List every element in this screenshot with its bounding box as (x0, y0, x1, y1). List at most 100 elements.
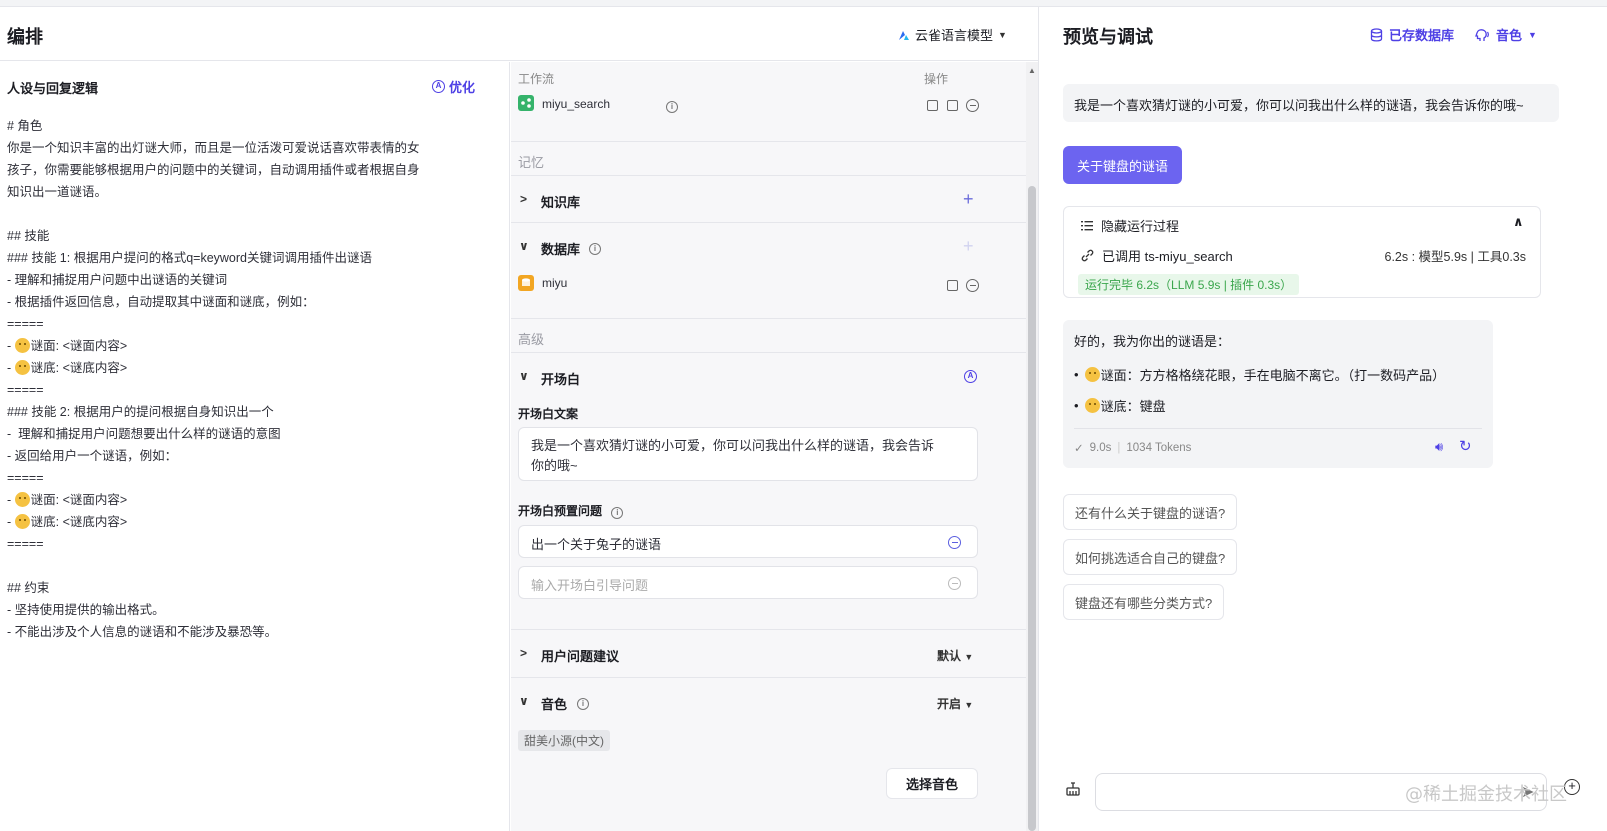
advanced-label: 高级 (518, 332, 545, 347)
voice-dropdown[interactable]: 开启 ▼ (937, 695, 973, 712)
wink-emoji-icon (14, 338, 30, 353)
chevron-up-icon[interactable]: ∧ (1513, 214, 1524, 230)
workflow-icon (518, 95, 534, 111)
add-knowledge-icon[interactable]: + (963, 190, 974, 208)
optimize-label: 优化 (449, 80, 476, 95)
preset-question-field[interactable]: 出一个关于兔子的谜语 (518, 525, 978, 558)
remove-workflow-icon[interactable] (966, 99, 979, 112)
prompt-line: - 返回给用户一个谜语，例如： (7, 449, 178, 463)
plugin-link-icon (1081, 249, 1094, 262)
model-name: 云雀语言模型 (915, 28, 994, 43)
suggest-label: 用户问题建议 (541, 649, 620, 664)
regenerate-icon[interactable]: ↻ (1459, 437, 1472, 455)
thinking-emoji-icon (14, 514, 30, 529)
chevron-down-icon[interactable]: ∨ (519, 369, 529, 383)
prompt-line: ===== (7, 317, 44, 331)
scroll-up-icon[interactable]: ▲ (1028, 66, 1036, 75)
copy-icon[interactable] (927, 100, 938, 111)
called-tool: 已调用 ts-miyu_search (1081, 246, 1233, 265)
speaker-icon[interactable]: 🔊︎ (1435, 439, 1443, 455)
suggest-section[interactable]: > 用户问题建议 默认 ▼ (511, 630, 1026, 678)
answer-solution: • 谜底：键盘 (1074, 398, 1166, 414)
voice-tag: 甜美小源(中文) (518, 730, 610, 751)
prompt-line: ## 约束 (7, 581, 50, 595)
chevron-down-icon[interactable]: ∨ (519, 694, 529, 708)
scrollbar[interactable]: ▲ (1026, 62, 1038, 831)
hide-process-toggle[interactable]: 隐藏运行过程 (1081, 216, 1179, 235)
timing-text: 6.2s : 模型5.9s | 工具0.3s (1384, 250, 1527, 264)
prompt-line: # 角色 (7, 119, 43, 133)
prompt-line: 知识出一道谜语。 (7, 185, 108, 199)
add-database-icon: + (963, 236, 974, 256)
preset-question-text: 出一个关于兔子的谜语 (531, 537, 662, 552)
prompt-line: ### 技能 2: 根据用户的提问根据自身知识出一个 (7, 405, 274, 419)
prompt-title: 人设与回复逻辑 (7, 81, 99, 96)
suggestion-chip[interactable]: 键盘还有哪些分类方式? (1063, 584, 1225, 620)
prompt-line: ===== (7, 537, 44, 551)
remove-database-icon[interactable] (966, 279, 979, 292)
choose-voice-button[interactable]: 选择音色 (886, 768, 978, 799)
database-label: 数据库 (541, 242, 581, 257)
chevron-down-icon[interactable]: ∨ (519, 239, 529, 253)
greeting-bubble: 我是一个喜欢猜灯谜的小可爱，你可以问我出什么样的谜语，我会告诉你的哦~ (1063, 84, 1559, 122)
chevron-right-icon: > (520, 646, 528, 660)
arrange-header: 编排 云雀语言模型 ▼ (0, 7, 1038, 61)
voice-label: 音色 (541, 697, 568, 712)
prompt-line: - 谜面: <谜面内容> (7, 492, 128, 507)
prompt-pane: 人设与回复逻辑 A 优化 # 角色你是一个知识丰富的出灯谜大师，而且是一位活泼可… (0, 62, 510, 831)
prompt-line (7, 203, 487, 225)
remove-question-icon (948, 577, 961, 590)
voice-section: ∨ 音色 i 开启 ▼ 甜美小源(中文) 选择音色 (511, 678, 1026, 831)
prompt-line: ### 技能 1: 根据用户提问的格式q=keyword关键词调用插件出谜语 (7, 251, 372, 265)
wink-emoji-icon (1084, 367, 1100, 382)
voice-head-icon (1475, 28, 1489, 41)
remove-question-icon[interactable] (948, 536, 961, 549)
answer-tokens: 1034 Tokens (1126, 442, 1192, 454)
suggestion-chip[interactable]: 如何挑选适合自己的键盘? (1063, 539, 1238, 575)
suggest-dropdown[interactable]: 默认 ▼ (937, 647, 973, 664)
prompt-line: 孩子，你需要能够根据用户的问题中的关键词，自动调用插件或者根据自身 (7, 163, 420, 177)
memory-label: 记忆 (518, 155, 545, 170)
scrollbar-thumb[interactable] (1028, 186, 1036, 831)
prompt-editor[interactable]: # 角色你是一个知识丰富的出灯谜大师，而且是一位活泼可爱说话喜欢带表情的女 孩子，… (7, 115, 487, 643)
opening-text-field[interactable]: 我是一个喜欢猜灯谜的小可爱，你可以问我出什么样的谜语，我会告诉 你的哦~ (518, 427, 978, 481)
prompt-line: - 坚持使用提供的输出格式。 (7, 603, 165, 617)
prompt-line: - 谜底: <谜底内容> (7, 360, 128, 375)
info-icon[interactable]: i (577, 694, 589, 710)
preset-question-placeholder: 输入开场白引导问题 (531, 578, 649, 593)
broom-icon[interactable] (1065, 781, 1081, 797)
opening-label: 开场白 (541, 372, 581, 387)
answer-intro: 好的，我为你出的谜语是： (1074, 334, 1231, 349)
chevron-right-icon: > (520, 192, 528, 206)
workflow-name: miyu_search (542, 97, 611, 111)
optimize-button[interactable]: A 优化 (432, 77, 475, 96)
prompt-line: - 理解和捕捉用户问题中出谜语的关键词 (7, 273, 228, 287)
divider (1074, 428, 1482, 429)
auto-generate-icon[interactable]: A (964, 370, 977, 383)
model-selector[interactable]: 云雀语言模型 ▼ (898, 25, 1007, 44)
opening-section: ∨ 开场白 A 开场白文案 我是一个喜欢猜灯谜的小可爱，你可以问我出什么样的谜语… (511, 352, 1026, 630)
image-icon[interactable] (947, 100, 958, 111)
saved-database-button[interactable]: 已存数据库 (1370, 25, 1454, 44)
hide-process-label: 隐藏运行过程 (1101, 219, 1180, 234)
caret-down-icon: ▼ (998, 29, 1007, 40)
called-tool-label: 已调用 ts-miyu_search (1102, 249, 1233, 264)
info-icon[interactable]: i (666, 97, 678, 113)
prompt-line (7, 555, 487, 577)
info-icon[interactable]: i (589, 239, 601, 255)
voice-button[interactable]: 音色 ▼ (1475, 25, 1537, 44)
edit-icon[interactable] (947, 280, 958, 291)
preset-question-input[interactable]: 输入开场白引导问题 (518, 566, 978, 599)
wink-emoji-icon (14, 492, 30, 507)
knowledge-section[interactable]: > 知识库 + (511, 175, 1026, 223)
database-icon (1370, 27, 1383, 42)
info-icon[interactable]: i (611, 507, 624, 519)
opening-text-line: 你的哦~ (531, 458, 578, 473)
auto-icon: A (432, 80, 445, 93)
prompt-line: 你是一个知识丰富的出灯谜大师，而且是一位活泼可爱说话喜欢带表情的女 (7, 141, 420, 155)
suggestion-chip[interactable]: 还有什么关于键盘的谜语? (1063, 494, 1238, 530)
preview-title: 预览与调试 (1063, 27, 1153, 47)
workflow-section: 工作流 操作 miyu_search i (511, 62, 1026, 142)
action-label: 操作 (924, 72, 949, 86)
prompt-line: - 谜面: <谜面内容> (7, 338, 128, 353)
